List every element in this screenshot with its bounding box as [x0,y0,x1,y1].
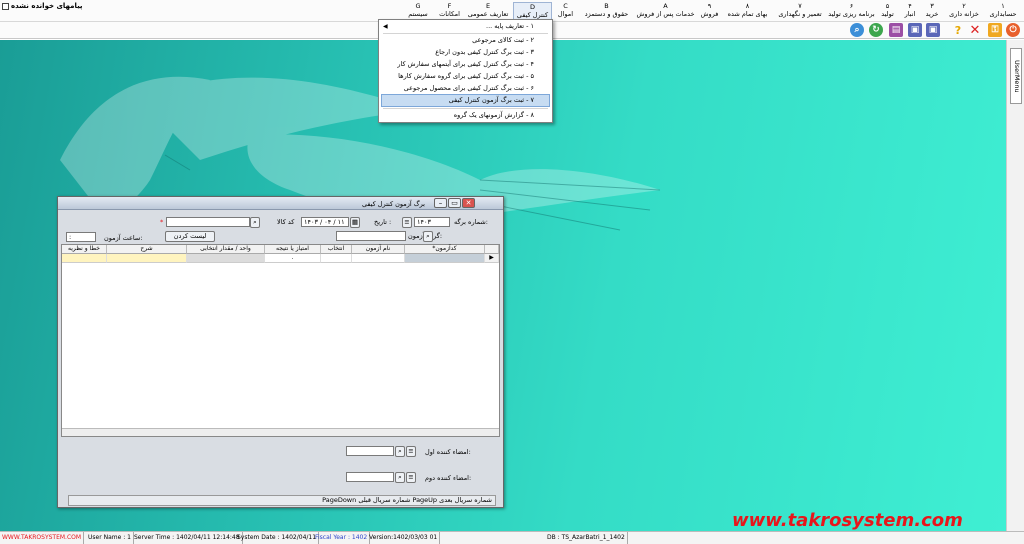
menu-cost[interactable]: ۸ بهای تمام شده [722,2,773,21]
dropdown-item-qc-no-ref[interactable]: ۳ - ثبت برگ کنترل کیفی بدون ارجاع [435,47,534,58]
test-group-search-icon[interactable]: ⌕ [423,231,433,242]
status-fiscal-year: Fiscal Year : 1402 [313,532,371,544]
qc-test-sheet-window: ✕ ▭ – برگ آزمون کنترل کیفی شماره برگه: ۱… [57,196,504,508]
sheet-no-label: شماره برگه: [454,218,488,226]
dropdown-item-returned-goods[interactable]: ۲ - ثبت کالای مرجوعی [472,35,534,46]
menu-warehouse[interactable]: ۴ انبار [899,2,921,21]
first-signer-label: امضاء کننده اول: [425,448,471,456]
item-code-label: کد کالا [277,218,295,226]
window-status-text: PageDown شماره سریال قبلی PageUp شماره س… [322,496,492,504]
menu-accounting[interactable]: ۱ حسابداری [985,2,1021,21]
window-maximize-button[interactable]: ▭ [448,198,461,208]
power-icon[interactable]: ⏻ [1006,23,1020,37]
save-icon[interactable]: ▣ [926,23,940,37]
calendar-icon[interactable]: ▦ [350,217,360,228]
first-signer-list-icon[interactable]: ≡ [406,446,416,457]
key-icon[interactable]: ⚿ [988,23,1002,37]
dropdown-item-qc-work-order-items[interactable]: ۴ - ثبت برگ کنترل کیفی برای آیتمهای سفار… [397,59,534,70]
dropdown-item-group-test-report[interactable]: ۸ - گزارش آزمونهای یک گروه [454,110,534,121]
first-signer-search-icon[interactable]: ⌕ [395,446,405,457]
first-signer-field[interactable] [346,446,394,456]
close-icon[interactable]: ✕ [968,23,982,38]
list-button[interactable]: لیست کردن [165,231,215,242]
menu-purchase[interactable]: ۳ خرید [921,2,943,21]
menu-sales[interactable]: ۹ فروش [697,2,722,21]
menu-treasury[interactable]: ۲ خزانه داری [943,2,985,21]
grid-header-unit[interactable]: واحد / مقدار انتخابی [187,245,265,254]
quality-control-dropdown: ◀ ۱ - تعاریف پایه ... ۲ - ثبت کالای مرجو… [378,19,553,123]
status-site: WWW.TAKROSYSTEM.COM [0,532,85,544]
window-title: برگ آزمون کنترل کیفی [361,200,425,208]
menu-production[interactable]: ۵ تولید [876,2,899,21]
item-code-search-icon[interactable]: ⌕ [250,217,260,228]
window-close-button[interactable]: ✕ [462,198,475,208]
date-label: تاریخ : [374,218,392,226]
status-version: Version:1402/03/03 01 [367,532,441,544]
dropdown-item-qc-test-sheet[interactable]: ۷ - ثبت برگ آزمون کنترل کیفی [449,95,534,106]
dropdown-item-qc-returned-product[interactable]: ۶ - ثبت برگ کنترل کیفی برای محصول مرجوعی [404,83,534,94]
grid-cell[interactable] [352,254,405,263]
grid-horizontal-scrollbar[interactable] [62,428,499,436]
tests-grid: *کدآزمون نام آزمون انتخاب امتیاز یا نتیج… [61,244,500,437]
grid-header-description[interactable]: شرح [107,245,187,254]
menu-after-sales[interactable]: A خدمات پس از فروش [634,2,697,21]
submenu-arrow-icon: ◀ [383,23,388,30]
second-signer-list-icon[interactable]: ≡ [406,472,416,483]
menu-production-planning[interactable]: ۶ برنامه ریزی تولید [827,2,876,21]
status-server-time: Server Time : 1402/04/11 12:14:48 [132,532,243,544]
grid-cell[interactable] [321,254,352,263]
second-signer-field[interactable] [346,472,394,482]
grid-cell[interactable] [405,254,485,263]
unread-messages-label: پیامهای خوانده نشده [11,2,83,10]
dropdown-item-base-definitions[interactable]: ۱ - تعاریف پایه ... [486,21,534,32]
row-indicator-icon: ▶ [485,254,499,263]
sheet-no-field[interactable]: ۱۴۰۳ [414,217,450,227]
unread-checkbox[interactable] [2,2,9,10]
second-signer-search-icon[interactable]: ⌕ [395,472,405,483]
watermark-url: www.takrosystem.com [732,510,963,531]
grid-header-test-code[interactable]: *کدآزمون [405,245,485,254]
grid-cell[interactable] [187,254,265,263]
search-icon[interactable]: ⌕ [850,23,864,37]
item-code-field[interactable] [166,217,250,227]
grid-header-score[interactable]: امتیاز یا نتیجه [265,245,321,254]
grid-cell[interactable] [107,254,187,263]
second-signer-label: امضاء کننده دوم: [425,474,472,482]
dropdown-separator [383,108,548,109]
status-db: DB : TS_AzarBatri_1_1402 [545,532,628,544]
status-system-date: System Date : 1402/04/11 [235,532,320,544]
dropdown-item-qc-work-order-groups[interactable]: ۵ - ثبت برگ کنترل کیفی برای گروه سفارش ک… [398,71,534,82]
user-menu-panel: UserMenu [1006,40,1024,531]
grid-header-error[interactable]: خطا و نظریه [62,245,107,254]
grid-header-indicator [485,245,499,254]
status-bar: WWW.TAKROSYSTEM.COM User Name : 1 Server… [0,531,1024,544]
grid-header-test-name[interactable]: نام آزمون [352,245,405,254]
date-field[interactable]: ۱۴۰۳ / ۰۴ / ۱۱ [301,217,349,227]
unread-messages[interactable]: پیامهای خوانده نشده [2,2,83,10]
archive-icon[interactable]: ▤ [889,23,903,37]
menu-maintenance[interactable]: ۷ تعمیر و نگهداری [773,2,827,21]
sheet-no-nav-button[interactable]: ≡ [402,217,412,228]
grid-cell[interactable]: . [265,254,321,263]
test-time-field[interactable]: : [66,232,96,242]
status-user: User Name : 1 [86,532,134,544]
required-marker: * [160,218,164,226]
dropdown-separator [383,33,548,34]
window-minimize-button[interactable]: – [434,198,447,208]
refresh-icon[interactable]: ↻ [869,23,883,37]
menu-assets[interactable]: C اموال [552,2,579,21]
window-titlebar[interactable]: ✕ ▭ – برگ آزمون کنترل کیفی [58,197,503,210]
save-all-icon[interactable]: ▣ [908,23,922,37]
test-time-label: ساعت آزمون: [104,234,143,242]
grid-cell[interactable] [62,254,107,263]
user-menu-tab[interactable]: UserMenu [1010,48,1022,104]
window-status-bar: PageDown شماره سریال قبلی PageUp شماره س… [68,495,496,506]
test-group-field[interactable] [336,231,406,241]
grid-header-select[interactable]: انتخاب [321,245,352,254]
menu-payroll[interactable]: B حقوق و دستمزد [579,2,634,21]
help-icon[interactable]: ? [951,23,965,37]
